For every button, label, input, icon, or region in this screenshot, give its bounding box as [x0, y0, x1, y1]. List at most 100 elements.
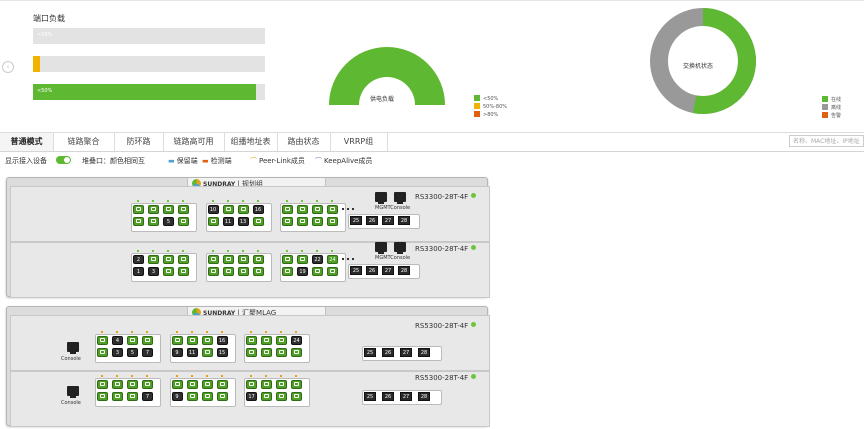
sfp-port[interactable]: 25	[350, 216, 362, 225]
ethernet-port[interactable]	[252, 255, 264, 264]
ethernet-port[interactable]	[148, 255, 159, 264]
ethernet-port[interactable]: 9	[171, 392, 183, 401]
sfp-port[interactable]: 26	[382, 348, 394, 357]
console-port[interactable]	[67, 386, 79, 398]
ethernet-port[interactable]	[252, 217, 264, 226]
sfp-port[interactable]: 25	[364, 348, 376, 357]
ethernet-port[interactable]	[163, 267, 174, 276]
sfp-port[interactable]: 28	[398, 216, 410, 225]
switch-unit[interactable]: RS5300-28T-4F 4 16 24 3 5 7 9 11 15 25 26 27 28 Consol…	[10, 315, 490, 371]
tab-6[interactable]: VRRP组	[330, 133, 388, 151]
ethernet-port[interactable]	[171, 336, 183, 345]
sfp-port[interactable]: 27	[382, 216, 394, 225]
console-port[interactable]	[394, 192, 406, 204]
ethernet-port[interactable]: 17	[246, 392, 257, 401]
ethernet-port[interactable]	[178, 255, 189, 264]
ethernet-port[interactable]: 11	[222, 217, 234, 226]
ethernet-port[interactable]: 24	[327, 255, 338, 264]
tab-0[interactable]: 普通模式	[0, 133, 54, 151]
ethernet-port[interactable]	[201, 392, 213, 401]
sfp-port[interactable]: 28	[418, 348, 430, 357]
search-input[interactable]: 名称、MAC地址、IP地址	[789, 135, 864, 147]
ethernet-port[interactable]	[282, 267, 293, 276]
tab-5[interactable]: 路由状态	[277, 133, 331, 151]
sfp-port[interactable]: 26	[382, 392, 394, 401]
ethernet-port[interactable]	[201, 348, 213, 357]
ethernet-port[interactable]	[97, 348, 108, 357]
ethernet-port[interactable]	[133, 205, 144, 214]
ethernet-port[interactable]	[297, 205, 308, 214]
ethernet-port[interactable]	[297, 217, 308, 226]
ethernet-port[interactable]	[246, 336, 257, 345]
sfp-port[interactable]: 27	[382, 266, 394, 275]
switch-unit[interactable]: RS5300-28T-4F 7 9 17 25 26 27 28 Console	[10, 371, 490, 427]
ethernet-port[interactable]	[261, 392, 272, 401]
sfp-port[interactable]: 25	[364, 392, 376, 401]
ethernet-port[interactable]	[246, 348, 257, 357]
ethernet-port[interactable]	[178, 217, 189, 226]
ethernet-port[interactable]: 15	[216, 348, 228, 357]
ethernet-port[interactable]	[133, 217, 144, 226]
ethernet-port[interactable]	[327, 217, 338, 226]
ethernet-port[interactable]: 1	[133, 267, 144, 276]
ethernet-port[interactable]	[222, 255, 234, 264]
ethernet-port[interactable]	[327, 267, 338, 276]
ethernet-port[interactable]	[282, 217, 293, 226]
ethernet-port[interactable]	[327, 205, 338, 214]
sfp-port[interactable]: 26	[366, 266, 378, 275]
ethernet-port[interactable]: 22	[312, 255, 323, 264]
ethernet-port[interactable]	[312, 217, 323, 226]
ethernet-port[interactable]	[207, 255, 219, 264]
tab-1[interactable]: 链路聚合	[53, 133, 115, 151]
ethernet-port[interactable]	[276, 380, 287, 389]
ethernet-port[interactable]	[127, 392, 138, 401]
switch-unit[interactable]: RS3300-28T-4F 10 16 5 11 13 25 26 27 28 MGMTConsol…	[10, 186, 490, 242]
ethernet-port[interactable]: 3	[112, 348, 123, 357]
ethernet-port[interactable]	[127, 336, 138, 345]
console-port[interactable]	[67, 342, 79, 354]
ethernet-port[interactable]	[186, 392, 198, 401]
ethernet-port[interactable]	[282, 205, 293, 214]
ethernet-port[interactable]	[178, 205, 189, 214]
tab-4[interactable]: 组播地址表	[224, 133, 278, 151]
ethernet-port[interactable]: 10	[207, 205, 219, 214]
ethernet-port[interactable]	[237, 267, 249, 276]
ethernet-port[interactable]	[201, 336, 213, 345]
mgmt-port[interactable]	[375, 192, 387, 204]
sfp-port[interactable]: 27	[400, 392, 412, 401]
sfp-port[interactable]: 25	[350, 266, 362, 275]
ethernet-port[interactable]: 7	[142, 392, 153, 401]
ethernet-port[interactable]	[207, 267, 219, 276]
ethernet-port[interactable]	[261, 336, 272, 345]
ethernet-port[interactable]: 16	[216, 336, 228, 345]
ethernet-port[interactable]	[97, 336, 108, 345]
ethernet-port[interactable]	[127, 380, 138, 389]
ethernet-port[interactable]	[312, 205, 323, 214]
ethernet-port[interactable]: 13	[237, 217, 249, 226]
ethernet-port[interactable]	[252, 267, 264, 276]
ethernet-port[interactable]	[297, 255, 308, 264]
ethernet-port[interactable]	[112, 392, 123, 401]
ethernet-port[interactable]	[222, 205, 234, 214]
ethernet-port[interactable]	[312, 267, 323, 276]
ethernet-port[interactable]	[171, 380, 183, 389]
ethernet-port[interactable]: 16	[252, 205, 264, 214]
ethernet-port[interactable]: 11	[186, 348, 198, 357]
ethernet-port[interactable]	[201, 380, 213, 389]
ethernet-port[interactable]	[282, 255, 293, 264]
ethernet-port[interactable]	[276, 348, 287, 357]
ethernet-port[interactable]	[163, 255, 174, 264]
ethernet-port[interactable]	[222, 267, 234, 276]
tab-3[interactable]: 链路高可用	[163, 133, 225, 151]
sfp-port[interactable]: 28	[398, 266, 410, 275]
ethernet-port[interactable]	[142, 380, 153, 389]
ethernet-port[interactable]	[186, 336, 198, 345]
ethernet-port[interactable]	[112, 380, 123, 389]
ethernet-port[interactable]	[261, 380, 272, 389]
ethernet-port[interactable]	[142, 336, 153, 345]
ethernet-port[interactable]	[237, 255, 249, 264]
sfp-port[interactable]: 28	[418, 392, 430, 401]
tab-2[interactable]: 防环路	[114, 133, 164, 151]
sfp-port[interactable]: 27	[400, 348, 412, 357]
ethernet-port[interactable]	[261, 348, 272, 357]
